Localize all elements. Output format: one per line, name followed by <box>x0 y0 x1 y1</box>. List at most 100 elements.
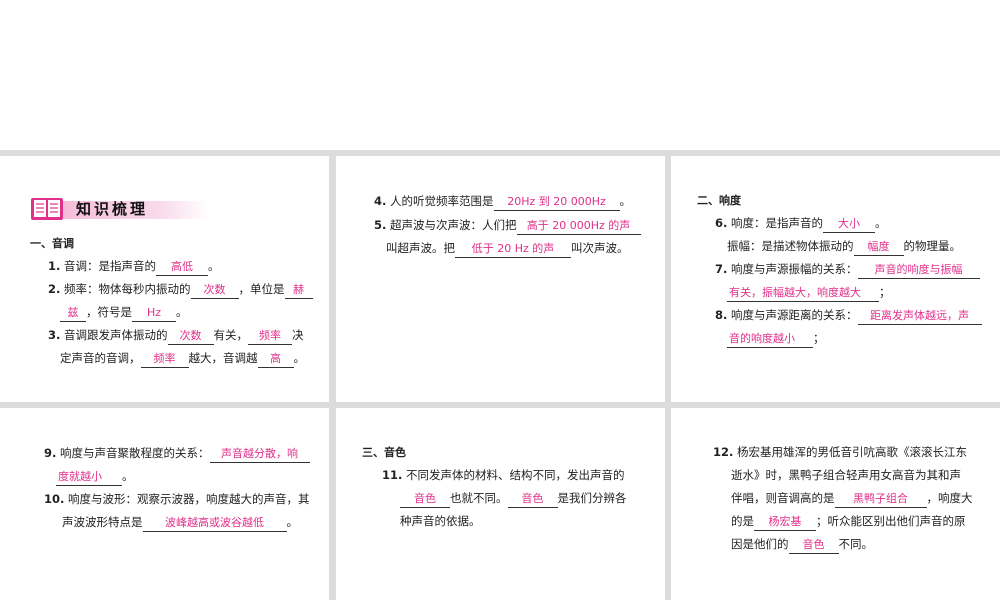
item-1: 1. 音调：是指声音的 高低。 <box>48 255 220 278</box>
item-text: ； <box>879 285 891 299</box>
page-title: 知识梳理 <box>76 200 149 218</box>
item-3: 3. 音调跟发声体振动的 次数 有关， 频率决 <box>48 324 304 347</box>
item-text: 声波波形特点是 <box>62 515 143 529</box>
item-number: 11. <box>382 468 403 482</box>
knowledge-card-timbre: 三、音色 11. 不同发声体的材料、结构不同，发出声音的 音色 也就不同。 音色 是我… <box>336 408 665 600</box>
item-text: 伴唱，则音调高的是 <box>731 491 835 505</box>
item-11-continued: 音色 也就不同。 音色 是我们分辨各 <box>400 487 627 510</box>
item-2-continued: 兹，符号是 Hz。 <box>60 301 188 324</box>
answer-blank: 距离发声体越远，声 <box>857 308 982 325</box>
answer-blank: 高 <box>257 351 294 368</box>
item-number: 7. <box>715 262 728 276</box>
answer-blank: 次数 <box>190 282 239 299</box>
item-12-line-2: 逝水》时，黑鸭子组合轻声用女高音为其和声 <box>731 464 961 487</box>
item-text: 叫超声波。把 <box>386 241 455 255</box>
answer-blank: 频率 <box>248 328 293 345</box>
answer-blank: 赫 <box>284 282 313 299</box>
item-number: 9. <box>44 446 57 460</box>
item-text: 逝水》时，黑鸭子组合轻声用女高音为其和声 <box>731 468 961 482</box>
item-text: ，符号是 <box>86 305 132 319</box>
answer-blank: 20Hz 到 20 000Hz <box>493 194 620 211</box>
item-2: 2. 频率：物体每秒内振动的 次数 ，单位是赫 <box>48 278 313 301</box>
item-text: 杨宏基用雄浑的男低音引吭高歌《滚滚长江东 <box>737 445 968 459</box>
answer-blank: 音色 <box>400 491 450 508</box>
item-number: 1. <box>48 259 61 273</box>
item-text: 。 <box>619 194 632 208</box>
item-text: 频率：物体每秒内振动的 <box>64 282 191 296</box>
answer-blank: 波峰越高或波谷越低 <box>142 515 287 532</box>
item-10-continued: 声波波形特点是 波峰越高或波谷越低。 <box>62 511 298 534</box>
answer-blank: Hz <box>132 305 176 322</box>
item-9-continued: 度就越小。 <box>56 465 134 488</box>
item-7: 7. 响度与声源振幅的关系： 声音的响度与振幅 <box>715 258 980 281</box>
item-12-line-4: 的是 杨宏基 ；听众能区别出他们声音的原 <box>731 510 966 533</box>
answer-blank: 有关，振幅越大，响度越大 <box>727 285 879 302</box>
item-text: 的物理量。 <box>903 239 962 253</box>
item-text: 响度与声源距离的关系： <box>731 308 858 322</box>
item-text: 是我们分辨各 <box>557 491 627 505</box>
item-text: 音调跟发声体振动的 <box>64 328 168 342</box>
answer-blank: 音色 <box>507 491 558 508</box>
item-text: ； <box>813 331 825 345</box>
item-10: 10. 响度与波形：观察示波器，响度越大的声音，其 <box>44 488 310 511</box>
item-text: 的是 <box>731 514 754 528</box>
item-4: 4. 人的听觉频率范围是 20Hz 到 20 000Hz。 <box>374 190 631 213</box>
item-text: 种声音的依据。 <box>400 514 481 528</box>
answer-blank: 音色 <box>788 537 839 554</box>
item-text: 。 <box>293 351 306 365</box>
answer-blank: 声音越分散，响 <box>209 446 310 463</box>
section-heading-timbre: 三、音色 <box>362 446 406 459</box>
item-text: 因是他们的 <box>731 537 789 551</box>
knowledge-card-loudness-continued: 9. 响度与声音聚散程度的关系： 声音越分散，响 度就越小。 10. 响度与波形：… <box>0 408 329 600</box>
item-5-continued: 叫超声波。把 低于 20 Hz 的声 叫次声波。 <box>386 237 629 260</box>
item-text: ；听众能区别出他们声音的原 <box>816 514 966 528</box>
item-text: 响度与声音聚散程度的关系： <box>60 446 210 460</box>
item-number: 5. <box>374 218 387 232</box>
item-9: 9. 响度与声音聚散程度的关系： 声音越分散，响 <box>44 442 310 465</box>
answer-blank: 兹 <box>60 305 86 322</box>
item-text: 不同。 <box>838 537 874 551</box>
answer-blank: 低于 20 Hz 的声 <box>455 241 571 258</box>
item-6-continued: 振幅：是描述物体振动的 幅度 的物理量。 <box>727 235 961 258</box>
answer-blank: 杨宏基 <box>754 514 816 531</box>
item-text: 不同发声体的材料、结构不同，发出声音的 <box>406 468 625 482</box>
item-number: 8. <box>715 308 728 322</box>
item-text: 。 <box>208 259 220 273</box>
item-number: 12. <box>713 445 734 459</box>
item-6: 6. 响度：是指声音的 大小。 <box>715 212 887 235</box>
section-banner: 知识梳理 <box>30 196 208 222</box>
item-number: 2. <box>48 282 61 296</box>
answer-blank: 度就越小 <box>56 469 122 486</box>
item-text: ，响度大 <box>926 491 973 505</box>
item-text: 。 <box>122 469 134 483</box>
item-8: 8. 响度与声源距离的关系： 距离发声体越远，声 <box>715 304 982 327</box>
answer-blank: 大小 <box>823 216 876 233</box>
item-text: ，单位是 <box>238 282 285 296</box>
knowledge-card-pitch: 知识梳理 一、音调 1. 音调：是指声音的 高低。 2. 频率：物体每秒内振动的次… <box>0 156 329 402</box>
item-number: 4. <box>374 194 387 208</box>
item-text: 响度：是指声音的 <box>731 216 824 230</box>
section-heading-loudness: 二、响度 <box>697 194 741 207</box>
item-7-continued: 有关，振幅越大，响度越大； <box>727 281 891 304</box>
item-text: 振幅：是描述物体振动的 <box>727 239 854 253</box>
item-number: 10. <box>44 492 65 506</box>
item-text: 音调：是指声音的 <box>64 259 157 273</box>
book-icon <box>31 198 63 220</box>
knowledge-card-example: 12. 杨宏基用雄浑的男低音引吭高歌《滚滚长江东 逝水》时，黑鸭子组合轻声用女高… <box>671 408 1000 600</box>
item-12-line-5: 因是他们的 音色 不同。 <box>731 533 873 556</box>
section-heading-pitch: 一、音调 <box>30 237 74 250</box>
answer-blank: 高低 <box>156 259 209 276</box>
item-5: 5. 超声波与次声波：人们把 高于 20 000Hz 的声 <box>374 214 641 237</box>
answer-blank: 音的响度越小 <box>727 331 813 348</box>
item-text: 越大，音调越 <box>188 351 258 365</box>
item-text: 超声波与次声波：人们把 <box>390 218 517 232</box>
item-11: 11. 不同发声体的材料、结构不同，发出声音的 <box>382 464 625 487</box>
item-text: 响度与波形：观察示波器，响度越大的声音，其 <box>68 492 310 506</box>
item-number: 6. <box>715 216 728 230</box>
knowledge-card-loudness: 二、响度 6. 响度：是指声音的 大小。 振幅：是描述物体振动的 幅度 的物理量。 7… <box>671 156 1000 402</box>
item-12: 12. 杨宏基用雄浑的男低音引吭高歌《滚滚长江东 <box>713 441 967 464</box>
answer-blank: 高于 20 000Hz 的声 <box>516 218 641 235</box>
item-text: 决 <box>292 328 304 342</box>
answer-blank: 黑鸭子组合 <box>834 491 927 508</box>
item-12-line-3: 伴唱，则音调高的是 黑鸭子组合 ，响度大 <box>731 487 973 510</box>
